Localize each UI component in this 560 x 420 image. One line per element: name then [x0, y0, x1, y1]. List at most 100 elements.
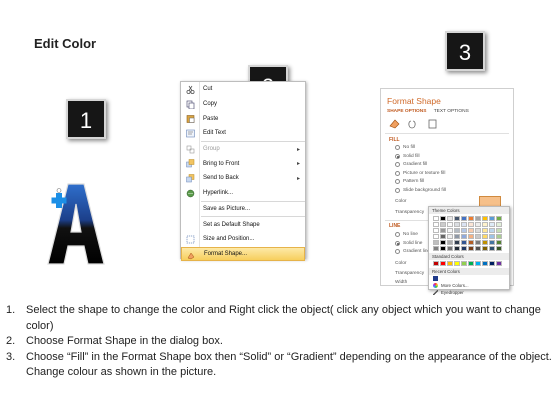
theme-color-swatch[interactable] [433, 222, 439, 227]
theme-color-swatch[interactable] [433, 240, 439, 245]
theme-color-swatch[interactable] [440, 240, 446, 245]
theme-color-swatch[interactable] [496, 234, 502, 239]
fill-option-slide-background-fill[interactable]: Slide background fill [395, 188, 446, 193]
theme-color-swatch[interactable] [475, 228, 481, 233]
theme-color-swatch[interactable] [489, 228, 495, 233]
theme-color-swatch[interactable] [482, 216, 488, 221]
effects-icon[interactable] [408, 120, 416, 129]
move-handle-icon[interactable] [48, 188, 70, 210]
theme-color-swatch[interactable] [440, 246, 446, 251]
theme-color-swatch[interactable] [461, 216, 467, 221]
theme-color-swatch[interactable] [489, 246, 495, 251]
theme-color-swatch[interactable] [468, 234, 474, 239]
eyedropper-option[interactable]: Eyedropper [429, 289, 509, 296]
size-properties-icon[interactable] [428, 119, 437, 129]
theme-color-swatch[interactable] [475, 222, 481, 227]
menu-item-paste[interactable]: Paste [181, 111, 305, 126]
theme-color-swatch[interactable] [489, 216, 495, 221]
radio-icon[interactable] [395, 232, 400, 237]
tab-shape-options[interactable]: SHAPE OPTIONS [387, 109, 426, 114]
line-option-no-line[interactable]: No line [395, 232, 418, 237]
theme-color-swatch[interactable] [475, 246, 481, 251]
theme-color-swatch[interactable] [461, 222, 467, 227]
theme-color-swatch[interactable] [482, 234, 488, 239]
more-colors-option[interactable]: More Colors... [429, 282, 509, 289]
theme-color-swatch[interactable] [447, 246, 453, 251]
menu-item-bring-to-front[interactable]: Bring to Front ▸ [181, 156, 305, 171]
theme-color-swatch[interactable] [496, 216, 502, 221]
theme-color-swatch[interactable] [454, 222, 460, 227]
radio-icon[interactable] [395, 188, 400, 193]
theme-color-swatch[interactable] [468, 216, 474, 221]
theme-color-swatch[interactable] [482, 246, 488, 251]
theme-color-swatch[interactable] [454, 240, 460, 245]
theme-color-swatch[interactable] [454, 228, 460, 233]
fill-option-pattern-fill[interactable]: Pattern fill [395, 179, 424, 185]
standard-color-swatch[interactable] [447, 261, 453, 266]
fill-section-header[interactable]: FILL [389, 137, 400, 143]
theme-color-swatch[interactable] [482, 222, 488, 227]
menu-item-save-as-picture[interactable]: Save as Picture... [181, 202, 305, 217]
theme-color-swatch[interactable] [433, 228, 439, 233]
theme-color-swatch[interactable] [468, 228, 474, 233]
theme-color-swatch[interactable] [475, 240, 481, 245]
radio-icon[interactable] [395, 145, 400, 150]
theme-color-swatch[interactable] [447, 228, 453, 233]
standard-color-swatch[interactable] [461, 261, 467, 266]
standard-color-swatch[interactable] [475, 261, 481, 266]
theme-color-swatch[interactable] [461, 234, 467, 239]
theme-color-swatch[interactable] [461, 246, 467, 251]
radio-icon[interactable] [395, 170, 400, 176]
standard-color-swatch[interactable] [468, 261, 474, 266]
theme-color-swatch[interactable] [440, 234, 446, 239]
fill-option-no-fill[interactable]: No fill [395, 145, 415, 150]
standard-color-swatch[interactable] [433, 261, 439, 266]
theme-color-swatch[interactable] [475, 234, 481, 239]
theme-color-swatch[interactable] [447, 222, 453, 227]
radio-icon[interactable] [395, 162, 400, 168]
radio-icon[interactable] [395, 179, 400, 185]
menu-item-hyperlink[interactable]: Hyperlink... [181, 186, 305, 201]
theme-color-swatch[interactable] [447, 240, 453, 245]
radio-icon[interactable] [395, 153, 400, 159]
theme-color-swatch[interactable] [454, 246, 460, 251]
menu-item-set-as-default-shape[interactable]: Set as Default Shape [181, 217, 305, 232]
line-option-solid-line[interactable]: Solid line [395, 240, 422, 246]
standard-color-swatch[interactable] [454, 261, 460, 266]
theme-color-swatch[interactable] [454, 216, 460, 221]
radio-icon[interactable] [395, 240, 400, 246]
theme-color-swatch[interactable] [475, 216, 481, 221]
line-section-header[interactable]: LINE [389, 223, 400, 229]
menu-item-send-to-back[interactable]: Send to Back ▸ [181, 171, 305, 186]
menu-item-edit-text[interactable]: Edit Text [181, 126, 305, 141]
theme-color-swatch[interactable] [496, 222, 502, 227]
theme-color-swatch[interactable] [496, 240, 502, 245]
theme-color-swatch[interactable] [489, 234, 495, 239]
theme-color-swatch[interactable] [433, 246, 439, 251]
theme-color-swatch[interactable] [447, 234, 453, 239]
theme-color-swatch[interactable] [461, 240, 467, 245]
fill-option-gradient-fill[interactable]: Gradient fill [395, 162, 427, 168]
theme-color-swatch[interactable] [468, 240, 474, 245]
theme-color-swatch[interactable] [489, 240, 495, 245]
theme-color-swatch[interactable] [440, 228, 446, 233]
theme-color-swatch[interactable] [447, 216, 453, 221]
theme-color-swatch[interactable] [489, 222, 495, 227]
standard-color-swatch[interactable] [489, 261, 495, 266]
fill-line-icon[interactable] [389, 119, 400, 129]
menu-item-size-and-position[interactable]: Size and Position... [181, 232, 305, 247]
theme-color-swatch[interactable] [440, 216, 446, 221]
menu-item-cut[interactable]: Cut [181, 82, 305, 97]
menu-item-group[interactable]: Group ▸ [181, 142, 305, 157]
recent-color-swatch[interactable] [433, 276, 438, 281]
theme-color-swatch[interactable] [461, 228, 467, 233]
fill-option-solid-fill[interactable]: Solid fill [395, 153, 420, 159]
theme-color-swatch[interactable] [468, 246, 474, 251]
theme-color-swatch[interactable] [433, 216, 439, 221]
radio-icon[interactable] [395, 249, 400, 255]
fill-option-picture-or-texture-fill[interactable]: Picture or texture fill [395, 170, 445, 176]
theme-color-swatch[interactable] [433, 234, 439, 239]
theme-color-swatch[interactable] [496, 228, 502, 233]
theme-color-swatch[interactable] [468, 222, 474, 227]
standard-color-swatch[interactable] [496, 261, 502, 266]
